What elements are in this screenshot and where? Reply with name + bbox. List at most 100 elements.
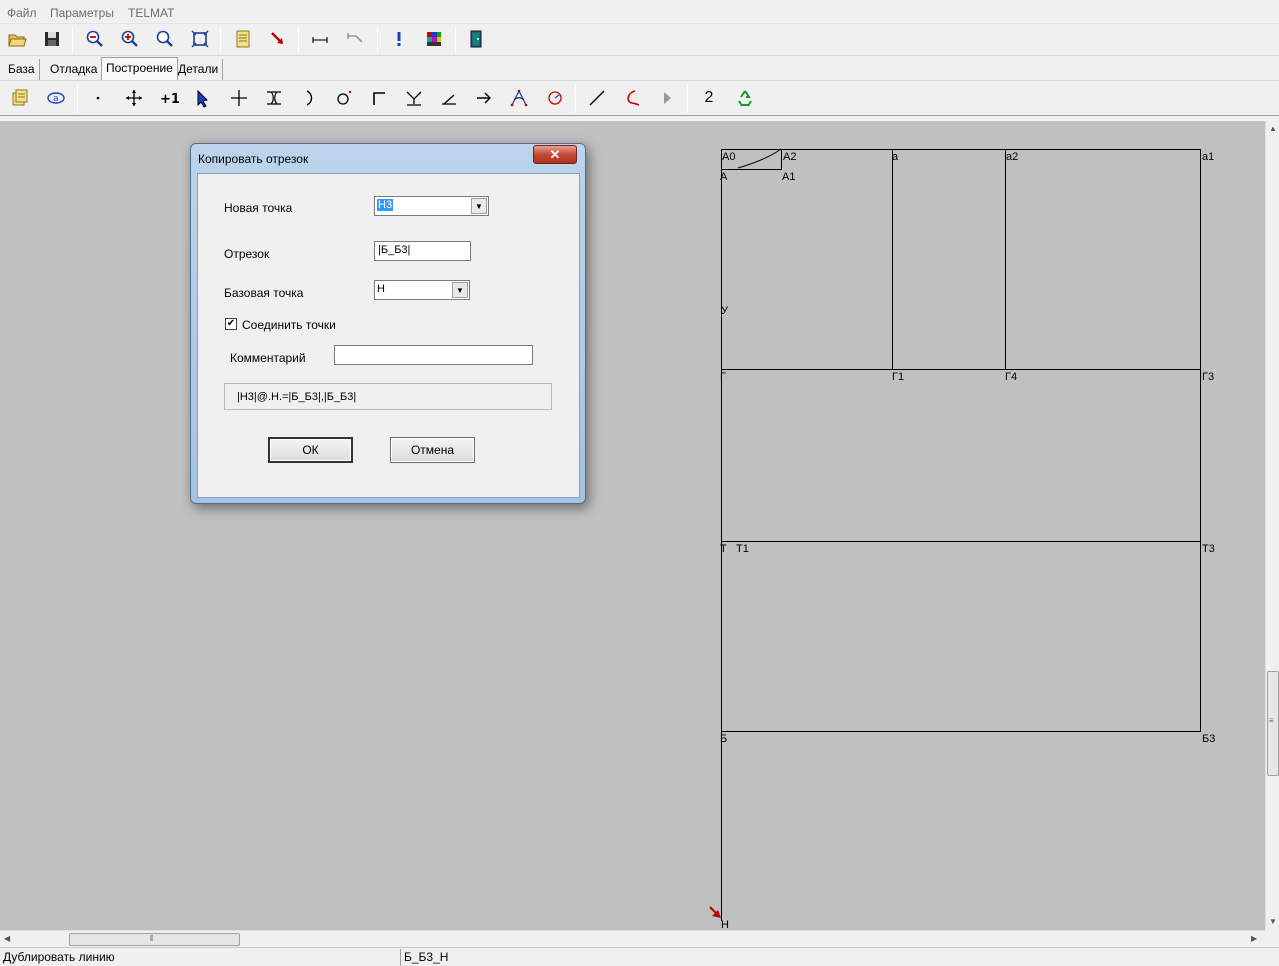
point-label-b: Б <box>720 733 727 745</box>
formula-text: |Н3|@.Н.=|Б_Б3|,|Б_Б3| <box>237 391 357 403</box>
tab-debug[interactable]: Отладка <box>46 59 103 80</box>
horizontal-scroll-thumb[interactable]: ⦀ <box>69 933 240 946</box>
split-icon[interactable] <box>262 86 286 110</box>
point-label-a2: А2 <box>783 151 796 163</box>
segment-value: |Б_Б3| <box>378 244 411 256</box>
vertical-scroll-thumb[interactable]: ≡ <box>1267 671 1279 776</box>
vertical-scrollbar[interactable]: ▲ ≡ ▼ <box>1265 121 1279 930</box>
curve-a2 <box>737 148 782 169</box>
document-icon[interactable] <box>231 27 255 51</box>
toolbar-separator <box>72 27 73 53</box>
toolbar-separator <box>455 27 456 53</box>
save-icon[interactable] <box>40 27 64 51</box>
status-middle: Б_Б3_Н <box>404 950 449 964</box>
pointer-arrow-icon[interactable] <box>266 27 290 51</box>
point-view-icon[interactable]: a <box>44 86 68 110</box>
add-one-icon[interactable]: +1 <box>157 86 181 110</box>
exit-door-icon[interactable] <box>464 27 488 51</box>
exclamation-icon[interactable] <box>387 27 411 51</box>
comment-label: Комментарий <box>230 351 306 365</box>
point-label-n: Н <box>721 919 729 930</box>
scroll-corner <box>1265 930 1279 947</box>
zoom-in-icon[interactable] <box>118 27 142 51</box>
angle-icon[interactable] <box>437 86 461 110</box>
move-icon[interactable] <box>122 86 146 110</box>
arrow-right-icon[interactable] <box>472 86 496 110</box>
measure-icon[interactable] <box>308 27 332 51</box>
chevron-down-icon[interactable]: ▼ <box>452 282 468 298</box>
cursor-arrow-icon <box>709 906 721 918</box>
menu-bar: Файл Параметры TELMAT <box>0 0 1279 24</box>
point-label-a0: А0 <box>722 151 735 163</box>
scroll-down-icon[interactable]: ▼ <box>1269 917 1277 926</box>
tab-build[interactable]: Построение <box>101 57 178 80</box>
grip-icon: ≡ <box>1269 716 1274 725</box>
zoom-out-icon[interactable] <box>83 27 107 51</box>
toolbar-separator <box>220 27 221 53</box>
dialog-body: Новая точка Н3 ▼ Отрезок |Б_Б3| Базовая … <box>197 173 580 498</box>
toolbar-separator <box>298 27 299 53</box>
status-divider <box>400 949 401 966</box>
tab-strip: База Отладка Построение Детали <box>0 56 1279 80</box>
comment-input[interactable] <box>334 345 533 365</box>
menu-params[interactable]: Параметры <box>50 6 114 20</box>
corner-icon[interactable] <box>367 86 391 110</box>
tab-base[interactable]: База <box>4 59 40 80</box>
select-cursor-icon[interactable] <box>192 86 216 110</box>
point-label-a-upper: А <box>720 171 728 183</box>
rotate-circle-icon[interactable] <box>543 86 567 110</box>
point-label-a1: А1 <box>782 171 795 183</box>
close-button[interactable]: ✕ <box>533 145 577 164</box>
point-label-g1: Г1 <box>892 371 904 383</box>
horizontal-scrollbar[interactable]: ◀ ⦀ ▶ <box>0 930 1265 947</box>
zoom-icon[interactable] <box>153 27 177 51</box>
curve-icon[interactable] <box>620 86 644 110</box>
point-label-t1: Т1 <box>736 543 749 555</box>
point-label-a1-lower: а1 <box>1202 151 1214 163</box>
segment-input[interactable]: |Б_Б3| <box>374 241 471 261</box>
tab-details[interactable]: Детали <box>174 59 224 80</box>
cross-icon[interactable] <box>227 86 251 110</box>
recycle-icon[interactable] <box>733 86 757 110</box>
number-button[interactable]: 2 <box>697 86 721 110</box>
measure-angle-icon[interactable] <box>343 27 367 51</box>
connect-points-label[interactable]: Соединить точки <box>242 318 336 332</box>
close-icon: ✕ <box>549 146 561 162</box>
palette-icon[interactable] <box>422 27 446 51</box>
open-folder-icon[interactable] <box>5 27 29 51</box>
toolbar-separator <box>687 85 688 113</box>
triangle-arc-icon[interactable] <box>507 86 531 110</box>
point-label-u: У <box>721 305 729 317</box>
base-point-combo[interactable]: Н ▼ <box>374 280 470 300</box>
scroll-up-icon[interactable]: ▲ <box>1269 124 1277 133</box>
grip-icon: ⦀ <box>150 934 154 943</box>
line-icon[interactable] <box>585 86 609 110</box>
base-point-value: Н <box>377 283 385 295</box>
scroll-left-icon[interactable]: ◀ <box>4 934 10 943</box>
circle-point-icon[interactable] <box>332 86 356 110</box>
ok-button[interactable]: ОК <box>268 437 353 463</box>
toolbar-separator <box>575 85 576 113</box>
perpendicular-icon[interactable] <box>402 86 426 110</box>
status-left: Дублировать линию <box>3 950 115 964</box>
formula-display: |Н3|@.Н.=|Б_Б3|,|Б_Б3| <box>224 383 552 410</box>
point-icon[interactable] <box>86 86 110 110</box>
status-bar: Дублировать линию Б_Б3_Н <box>0 947 1279 966</box>
main-toolbar <box>0 24 1279 56</box>
cancel-button[interactable]: Отмена <box>390 437 475 463</box>
point-label-b3: Б3 <box>1202 733 1215 745</box>
notes-icon[interactable] <box>8 86 32 110</box>
zoom-fit-icon[interactable] <box>188 27 212 51</box>
svg-text:a: a <box>53 94 59 104</box>
new-point-combo[interactable]: Н3 ▼ <box>374 196 489 216</box>
arc-icon[interactable] <box>297 86 321 110</box>
chevron-down-icon[interactable]: ▼ <box>471 198 487 214</box>
menu-telmat[interactable]: TELMAT <box>128 6 174 20</box>
connect-points-checkbox[interactable]: ✔ <box>225 318 237 330</box>
play-icon[interactable] <box>655 86 679 110</box>
base-point-label: Базовая точка <box>224 286 304 300</box>
point-label-g: Г <box>720 371 726 383</box>
point-label-g4: Г4 <box>1005 371 1017 383</box>
menu-file[interactable]: Файл <box>7 6 37 20</box>
scroll-right-icon[interactable]: ▶ <box>1251 934 1257 943</box>
